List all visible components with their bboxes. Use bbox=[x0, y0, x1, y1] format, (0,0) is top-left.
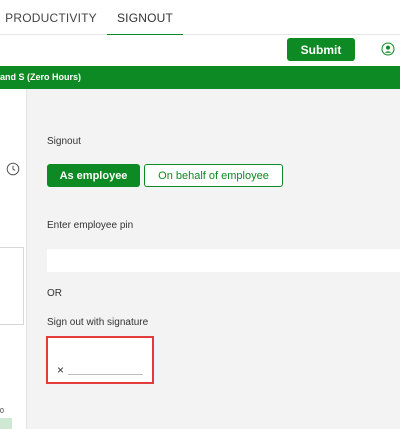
clock-icon[interactable] bbox=[6, 162, 20, 176]
submit-button[interactable]: Submit bbox=[287, 38, 355, 61]
section-banner: and S (Zero Hours) bbox=[0, 66, 400, 89]
signout-panel: Signout As employee On behalf of employe… bbox=[27, 89, 400, 429]
left-panel-highlight bbox=[0, 418, 12, 429]
or-label: OR bbox=[47, 288, 62, 299]
left-panel-box bbox=[0, 247, 24, 325]
employee-pin-label: Enter employee pin bbox=[47, 220, 134, 231]
left-panel: 0 bbox=[0, 89, 27, 429]
signature-pad[interactable]: × bbox=[46, 336, 154, 384]
on-behalf-of-employee-button[interactable]: On behalf of employee bbox=[144, 164, 283, 187]
signature-line bbox=[68, 374, 143, 375]
employee-pin-input[interactable] bbox=[47, 249, 400, 272]
user-circle-icon[interactable] bbox=[381, 42, 395, 56]
signature-x-mark: × bbox=[57, 363, 65, 377]
tab-bar: PRODUCTIVITY SIGNOUT bbox=[0, 0, 400, 36]
as-employee-button[interactable]: As employee bbox=[47, 164, 140, 187]
toolbar: Submit bbox=[0, 35, 400, 65]
signature-label: Sign out with signature bbox=[47, 317, 149, 328]
left-panel-value: 0 bbox=[0, 408, 4, 415]
tab-signout[interactable]: SIGNOUT bbox=[107, 0, 183, 36]
tab-productivity[interactable]: PRODUCTIVITY bbox=[0, 0, 102, 34]
signout-label: Signout bbox=[47, 136, 81, 147]
